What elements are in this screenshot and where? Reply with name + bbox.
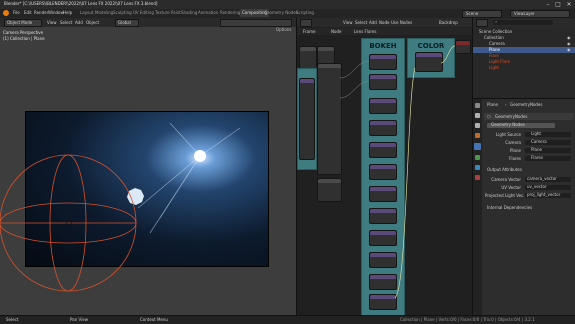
menu-file[interactable]: File bbox=[13, 10, 20, 16]
breadcrumb-separator: › bbox=[505, 102, 507, 107]
input-value-flares: Flares bbox=[531, 155, 543, 160]
output-value-camera-vector: camera_vector bbox=[527, 176, 557, 181]
output-label-projected: Projected Light Vec. bbox=[485, 193, 525, 198]
flare-streaks bbox=[137, 122, 241, 234]
object-tab-icon[interactable] bbox=[475, 133, 480, 138]
tab-layout[interactable]: Layout bbox=[80, 10, 94, 16]
properties-editor[interactable]: Plane › GeometryNodes ⬡ GeometryNodes Ge… bbox=[472, 98, 575, 316]
input-value-light-source: Light bbox=[531, 131, 541, 136]
search-icon: ⌕ bbox=[495, 19, 498, 24]
maximize-button[interactable]: □ bbox=[553, 0, 563, 9]
input-camera[interactable]: Camera bbox=[525, 139, 571, 145]
node-group-selector[interactable]: Geometry Nodes bbox=[487, 122, 555, 128]
bokeh-shape bbox=[127, 188, 144, 205]
3d-viewport[interactable]: Object Mode View Select Add Object Globa… bbox=[0, 18, 296, 315]
tab-shading[interactable]: Shading bbox=[181, 10, 197, 16]
view-layer-name: ViewLayer bbox=[514, 11, 535, 16]
tool-tab-icon[interactable] bbox=[475, 103, 480, 108]
output-label-camera-vector: Camera Vector bbox=[491, 177, 521, 182]
menu-render[interactable]: Render bbox=[34, 10, 48, 16]
breadcrumb-object: Plane bbox=[487, 102, 498, 107]
output-value-uv-vector: uv_vector bbox=[527, 184, 547, 189]
input-flares[interactable]: Flares bbox=[525, 155, 571, 161]
menu-help[interactable]: Help bbox=[63, 10, 72, 16]
output-attributes-header[interactable]: Output Attributes bbox=[487, 167, 522, 173]
wrench-icon[interactable] bbox=[474, 143, 481, 150]
status-context-menu: Context Menu bbox=[140, 317, 168, 322]
outliner[interactable]: ⌕ Scene Collection Collection Camera Pla… bbox=[472, 18, 575, 98]
eye-icon[interactable]: ◉ bbox=[567, 47, 571, 53]
input-label-camera: Camera bbox=[505, 140, 521, 145]
render-tab-icon[interactable] bbox=[475, 113, 480, 118]
tab-animation[interactable]: Animation bbox=[198, 10, 218, 16]
output-tab-icon[interactable] bbox=[475, 123, 480, 128]
scene-selector[interactable]: Scene bbox=[462, 10, 502, 18]
minimize-button[interactable]: – bbox=[543, 0, 553, 9]
tab-modeling[interactable]: Modeling bbox=[95, 10, 113, 16]
blender-logo-icon[interactable] bbox=[3, 10, 9, 16]
light-source-glow bbox=[194, 150, 206, 162]
tab-rendering[interactable]: Rendering bbox=[220, 10, 240, 16]
node-links bbox=[339, 45, 456, 299]
input-value-plane: Plane bbox=[531, 147, 542, 152]
close-button[interactable]: ✕ bbox=[564, 0, 574, 9]
view-layer-selector[interactable]: ViewLayer bbox=[510, 10, 570, 18]
search-input[interactable] bbox=[493, 20, 553, 25]
window-title: Blender* [C:\\USERS\\BLENDER\\2022\\07 L… bbox=[4, 1, 158, 6]
tab-sculpting[interactable]: Sculpting bbox=[113, 10, 132, 16]
input-value-camera: Camera bbox=[531, 139, 547, 144]
scene-name: Scene bbox=[466, 11, 479, 16]
node-tree-icon: ⬡ bbox=[487, 114, 491, 119]
compositor-node-editor[interactable]: View Select Add Node Use Nodes Backdrop … bbox=[296, 18, 473, 315]
menu-window[interactable]: Window bbox=[48, 10, 64, 16]
data-tab-icon[interactable] bbox=[475, 165, 480, 170]
input-label-plane: Plane bbox=[510, 148, 521, 153]
modifier-name[interactable]: GeometryNodes bbox=[495, 114, 527, 120]
camera-rig-icon[interactable] bbox=[0, 154, 137, 292]
breadcrumb-modifier: GeometryNodes bbox=[510, 102, 543, 107]
input-label-flares: Flares bbox=[509, 156, 521, 161]
output-uv-vector[interactable]: uv_vector bbox=[525, 184, 571, 190]
node-group-name: Geometry Nodes bbox=[491, 122, 525, 127]
viewport-gizmos bbox=[0, 122, 241, 292]
status-select: Select bbox=[6, 317, 19, 322]
output-camera-vector[interactable]: camera_vector bbox=[525, 176, 571, 182]
outliner-editor-type[interactable] bbox=[476, 19, 488, 27]
tab-uv-editing[interactable]: UV Editing bbox=[133, 10, 154, 16]
outliner-header: ⌕ bbox=[473, 18, 575, 27]
output-label-uv-vector: UV Vector bbox=[501, 185, 521, 190]
tab-geometry-nodes[interactable]: Geometry Nodes bbox=[264, 10, 298, 16]
input-light-source[interactable]: Light bbox=[525, 131, 571, 137]
constraint-tab-icon[interactable] bbox=[475, 155, 480, 160]
material-tab-icon[interactable] bbox=[475, 175, 480, 180]
status-scene-stats: Collection | Plane | Verts:0/0 | Faces:0… bbox=[400, 317, 535, 322]
status-pan-view: Pan View bbox=[70, 317, 88, 322]
properties-tabs bbox=[473, 99, 482, 316]
internal-dependencies-header[interactable]: Internal Dependencies bbox=[487, 205, 532, 211]
input-plane[interactable]: Plane bbox=[525, 147, 571, 153]
output-value-projected: proj_light_vector bbox=[527, 192, 561, 197]
menu-edit[interactable]: Edit bbox=[24, 10, 32, 16]
tab-texture-paint[interactable]: Texture Paint bbox=[155, 10, 181, 16]
modifier-panel-header[interactable]: ⬡ GeometryNodes bbox=[484, 113, 574, 120]
input-label-light-source: Light Source bbox=[496, 132, 521, 137]
tab-scripting[interactable]: Scripting bbox=[296, 10, 314, 16]
output-projected[interactable]: proj_light_vector bbox=[525, 192, 571, 198]
outliner-light[interactable]: Light bbox=[489, 65, 499, 71]
